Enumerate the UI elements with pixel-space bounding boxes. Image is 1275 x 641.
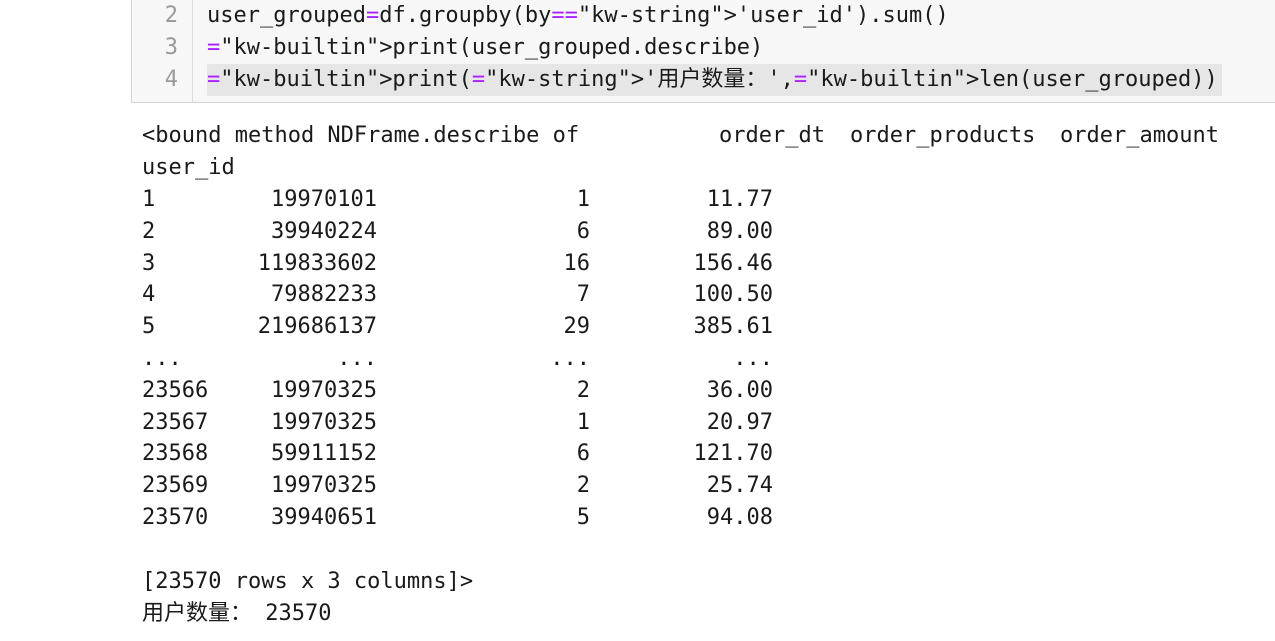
row-index: 2 [142,218,156,244]
table-row: 4 79882233 7 100.50 [142,279,842,311]
index-name: user_id [142,155,235,180]
cell-order-products: 5 [576,505,590,530]
row-index: ... [142,346,182,371]
cell-order-products: 16 [563,250,591,276]
cell-order-products: 1 [576,409,590,435]
code-cell-input[interactable]: 2 3 4 user_grouped=df.groupby(by=="kw-st… [131,0,1275,103]
cell-order-dt: 19970101 [271,187,377,212]
row-index: 23569 [142,473,209,499]
code-line[interactable]: user_grouped=df.groupby(by=="kw-string">… [207,0,949,32]
row-index: 3 [142,250,156,276]
cell-order-amount: 25.74 [706,473,773,499]
row-index: 23570 [142,505,209,530]
user-count-line: 用户数量： 23570 [142,601,332,626]
cell-order-dt: ... [337,346,377,371]
cell-order-dt: 19970325 [271,473,377,499]
row-index: 23568 [142,441,209,467]
column-header-order-products: order_products [850,123,1036,148]
table-row: 23570 39940651 5 94.08 [142,502,842,534]
cell-order-dt: 79882233 [271,282,377,308]
line-number: 4 [164,67,178,92]
row-index: 5 [142,314,156,340]
row-index: 23566 [142,377,209,403]
cell-order-amount: 385.61 [693,314,773,340]
cell-order-amount: 36.00 [706,377,773,403]
line-number-gutter: 2 3 4 [132,0,193,102]
cell-order-products: 1 [576,187,590,212]
cell-order-amount: 121.70 [693,441,773,467]
line-number: 2 [164,3,178,28]
cell-order-products: 29 [563,314,591,340]
cell-order-products: 2 [576,377,590,403]
cell-order-dt: 19970325 [271,409,377,435]
table-row: 23569 19970325 2 25.74 [142,470,842,502]
cell-order-amount: 94.08 [706,505,773,530]
table-row: ............ [142,343,842,375]
cell-order-dt: 39940651 [271,505,377,530]
cell-order-products: 6 [576,218,590,244]
cell-order-amount: ... [733,346,773,371]
cell-order-dt: 39940224 [271,218,377,244]
cell-order-dt: 219686137 [257,314,377,340]
row-index: 4 [142,282,156,308]
column-header-order-dt: order_dt [719,123,825,148]
table-row: 1 19970101 1 11.77 [142,184,842,216]
code-line[interactable]: ="kw-builtin">print(user_grouped.describ… [207,32,763,64]
table-row: 23568 59911152 6 121.70 [142,438,842,470]
shape-line: [23570 rows x 3 columns]> [142,569,474,594]
output-header-prefix: <bound method NDFrame.describe of [142,123,580,148]
cell-order-amount: 11.77 [706,187,773,212]
cell-order-dt: 119833602 [257,250,377,276]
table-row: 5 219686137 29 385.61 [142,311,842,343]
cell-order-products: 7 [576,282,590,308]
cell-order-dt: 19970325 [271,377,377,403]
cell-order-amount: 20.97 [706,409,773,435]
line-number: 3 [164,35,178,60]
cell-order-products: 6 [576,441,590,467]
cell-order-amount: 89.00 [706,218,773,244]
cell-order-products: 2 [576,473,590,499]
code-line-active[interactable]: ="kw-builtin">print(="kw-string">'用户数量：'… [207,64,1222,96]
table-row: 23566 19970325 2 36.00 [142,375,842,407]
row-index: 1 [142,187,156,212]
table-row: 2 39940224 6 89.00 [142,216,842,248]
cell-order-amount: 156.46 [693,250,773,276]
column-header-order-amount: order_amount [1060,123,1219,148]
table-row: 23567 19970325 1 20.97 [142,407,842,439]
table-row: 3 119833602 16 156.46 [142,248,842,280]
cell-order-products: ... [550,346,590,371]
cell-order-dt: 59911152 [271,441,377,467]
cell-order-amount: 100.50 [693,282,773,308]
row-index: 23567 [142,409,209,435]
